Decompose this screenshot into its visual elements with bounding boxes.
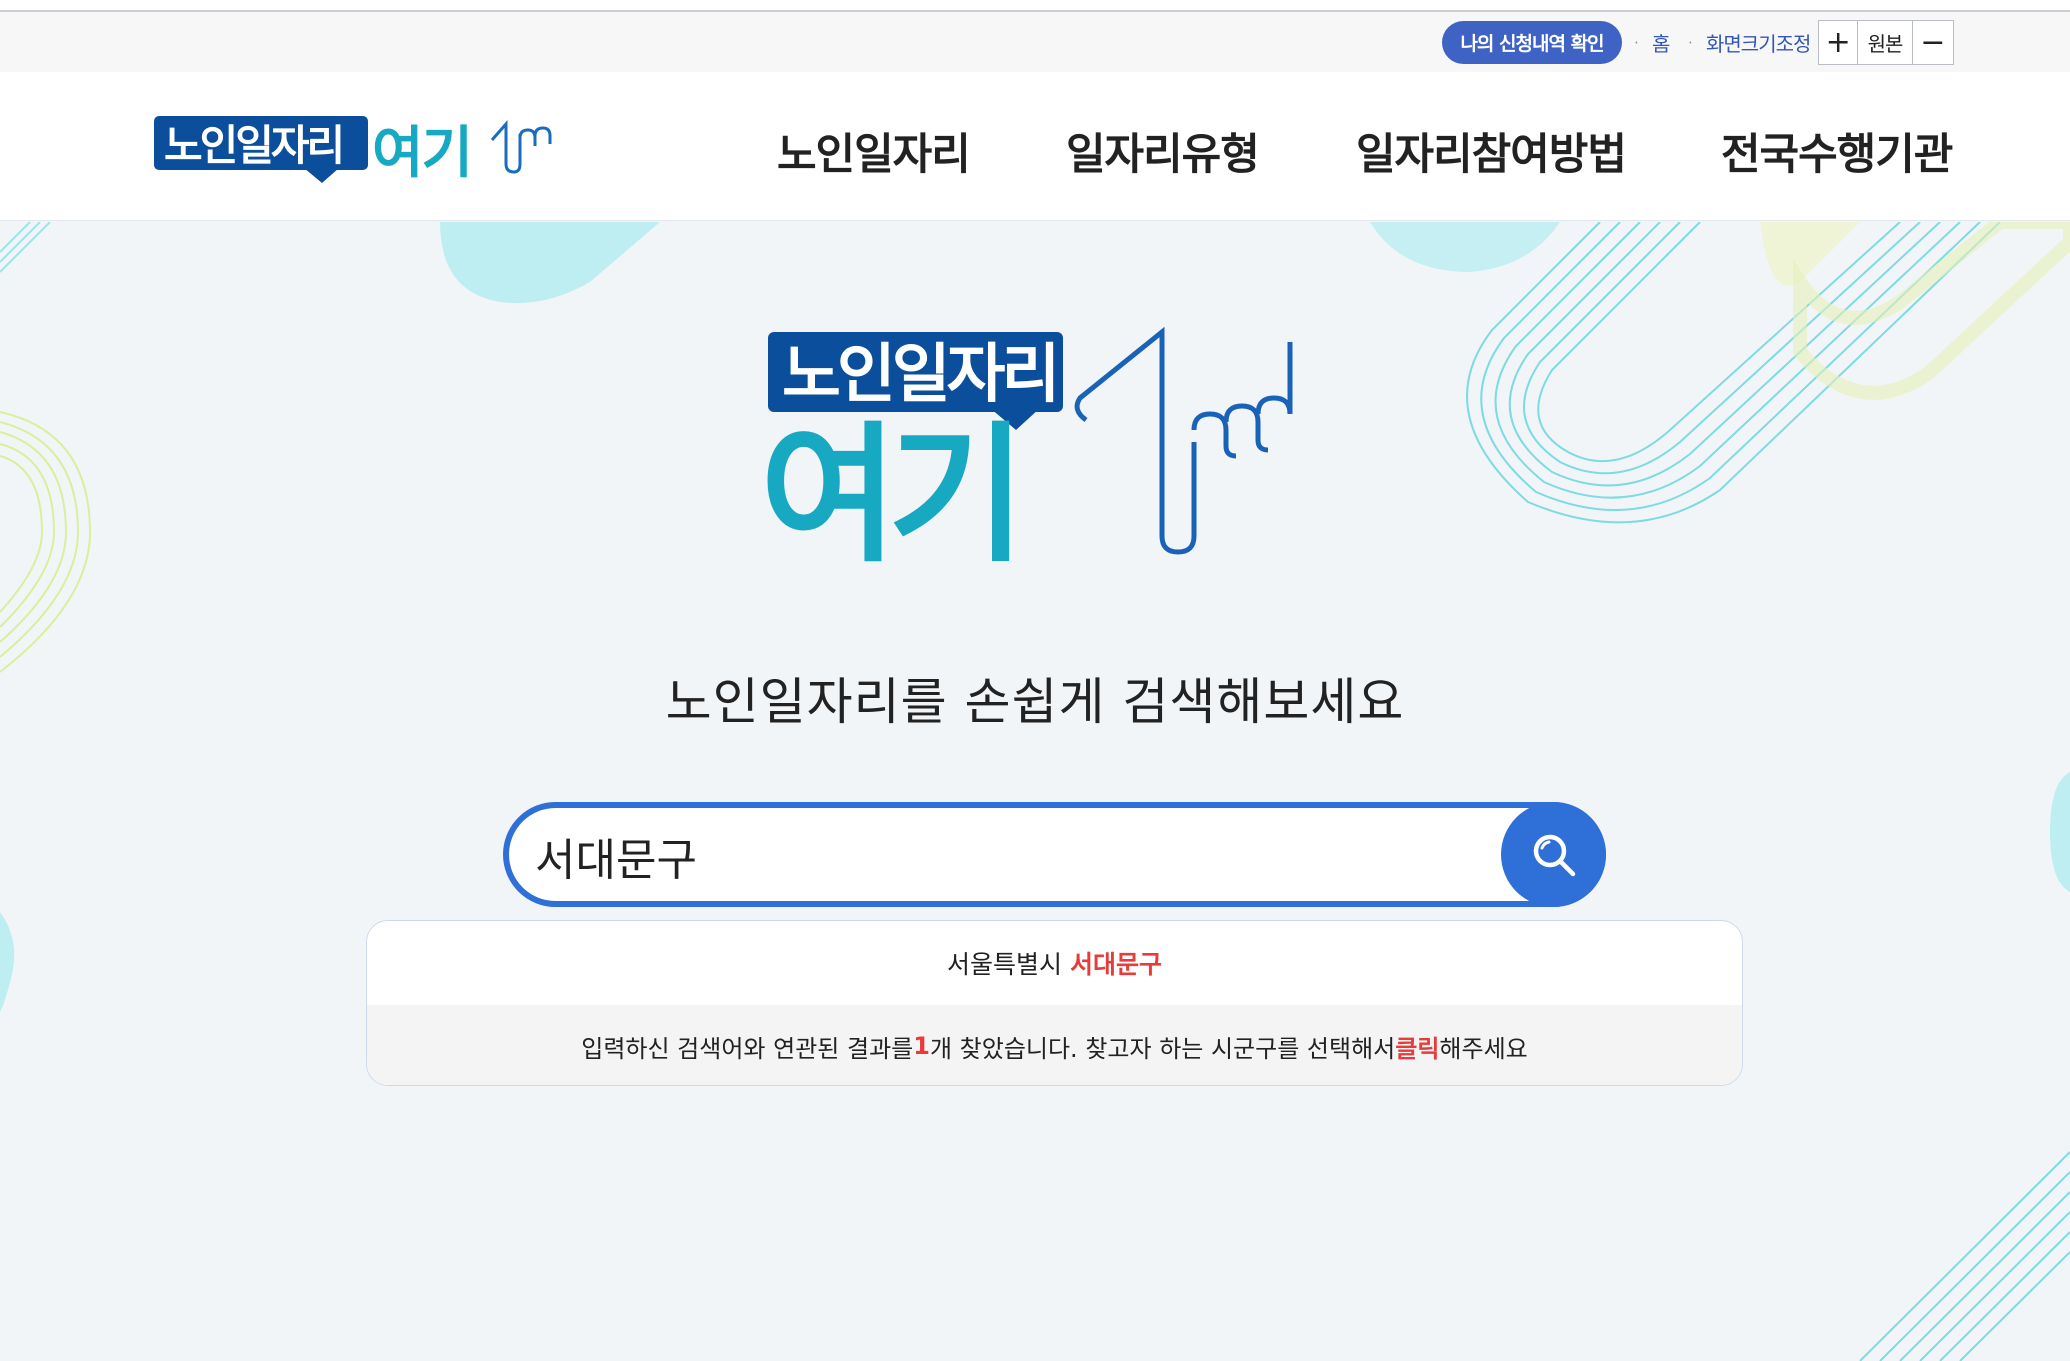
note-text-post: 해주세요 xyxy=(1439,1034,1528,1063)
home-link[interactable]: 홈 xyxy=(1652,28,1670,57)
hero-logo: 노인일자리 여기 xyxy=(760,326,1293,562)
search-box xyxy=(503,802,1606,907)
zoom-out-button[interactable]: − xyxy=(1913,21,1953,64)
result-district: 서대문구 xyxy=(1070,950,1163,979)
result-city: 서울특별시 xyxy=(946,950,1062,979)
note-click-word: 클릭 xyxy=(1395,1034,1440,1063)
zoom-label: 화면크기조정 xyxy=(1706,32,1811,56)
search-icon xyxy=(1533,834,1575,876)
my-application-button[interactable]: 나의 신청내역 확인 xyxy=(1442,21,1622,64)
nav-job-types[interactable]: 일자리유형 xyxy=(1066,120,1260,182)
search-input[interactable] xyxy=(533,818,1463,893)
hero-logo-line1: 노인일자리 xyxy=(782,338,1056,412)
hero-section: 노인일자리 여기 노인일자리를 손쉽게 검색해보세요 서울특별시 서대문구 입력… xyxy=(0,222,2070,1361)
site-logo[interactable]: 노인일자리 여기 xyxy=(154,110,554,190)
search-results: 서울특별시 서대문구 입력하신 검색어와 연관된 결과를 1개 찾았습니다. 찾… xyxy=(366,920,1743,1086)
nav-how-to-join[interactable]: 일자리참여방법 xyxy=(1356,120,1627,182)
search-button[interactable] xyxy=(1501,802,1606,907)
utility-bar: 나의 신청내역 확인 · 홈 · 화면크기조정 + 원본 − xyxy=(0,12,2070,72)
separator-dot: · xyxy=(1634,34,1639,52)
hero-logo-line2: 여기 xyxy=(760,409,1016,562)
separator-dot: · xyxy=(1688,34,1693,52)
result-item[interactable]: 서울특별시 서대문구 xyxy=(367,921,1742,1005)
hero-tagline: 노인일자리를 손쉽게 검색해보세요 xyxy=(665,673,1405,731)
logo-text-line2: 여기 xyxy=(372,121,471,186)
site-header: 노인일자리 여기 노인일자리 일자리유형 일자리참여방법 전국수행기관 xyxy=(0,72,2070,221)
note-text-mid: 개 찾았습니다. 찾고자 하는 시군구를 선택해서 xyxy=(929,1034,1396,1063)
nav-agencies[interactable]: 전국수행기관 xyxy=(1721,120,1953,182)
result-count-note: 입력하신 검색어와 연관된 결과를 1개 찾았습니다. 찾고자 하는 시군구를 … xyxy=(367,1005,1742,1085)
note-text-pre: 입력하신 검색어와 연관된 결과를 xyxy=(581,1034,914,1063)
logo-text-line1: 노인일자리 xyxy=(164,121,342,170)
nav-senior-jobs[interactable]: 노인일자리 xyxy=(777,120,971,182)
zoom-reset-button[interactable]: 원본 xyxy=(1858,21,1913,64)
result-count: 1 xyxy=(913,1032,930,1060)
top-border xyxy=(0,0,2070,12)
zoom-in-button[interactable]: + xyxy=(1819,21,1859,64)
zoom-controls: + 원본 − xyxy=(1818,20,1954,65)
